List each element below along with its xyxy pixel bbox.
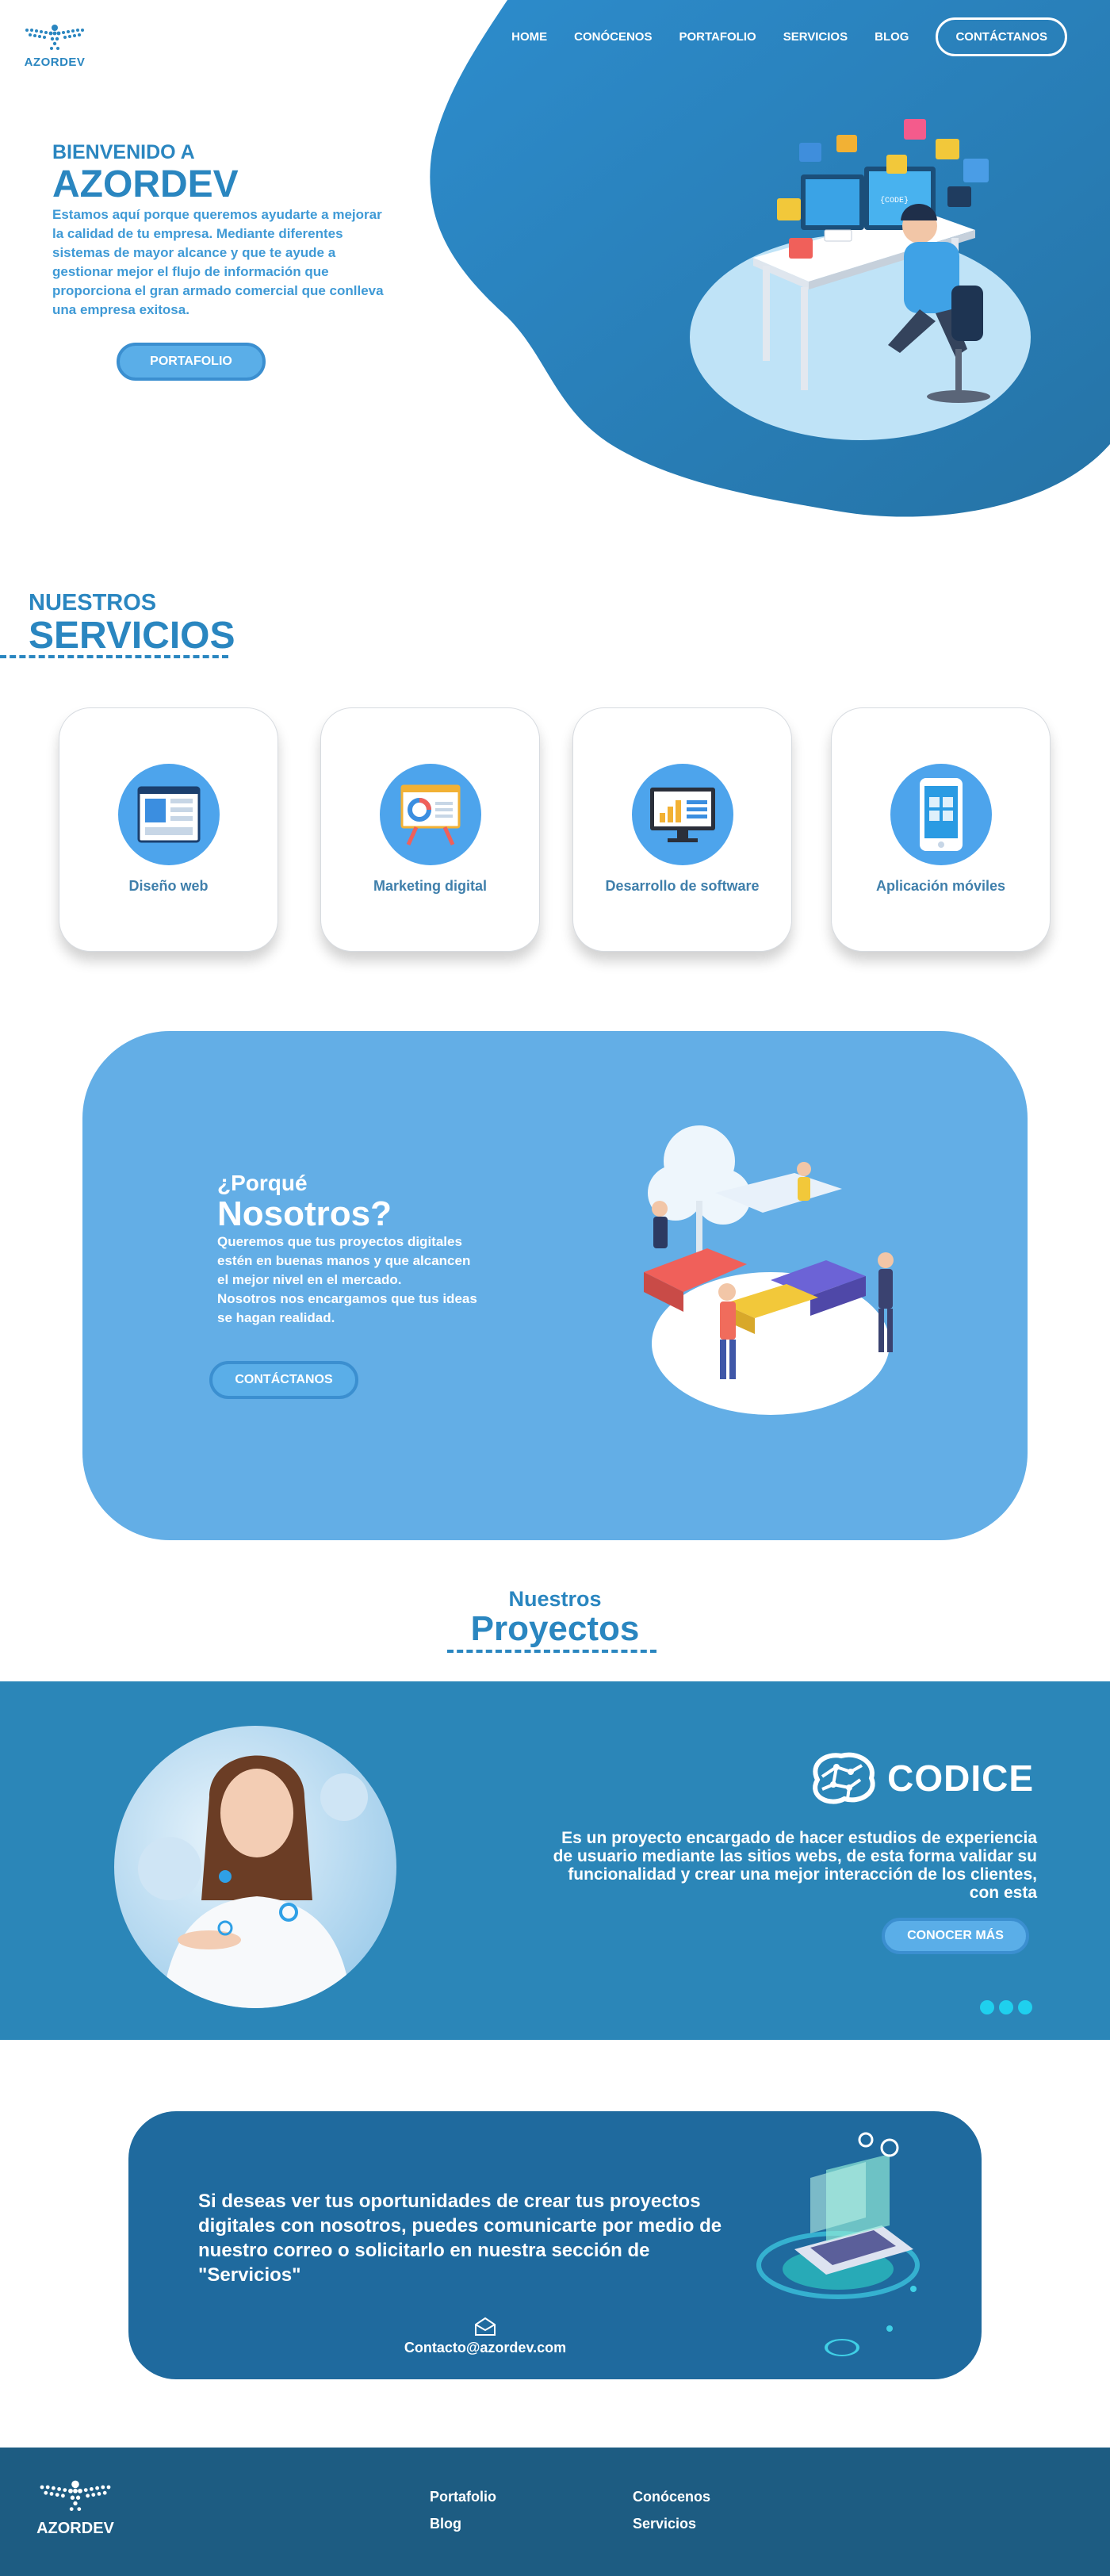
why-us-section: ¿Porqué Nosotros? Queremos que tus proye…	[82, 1031, 1028, 1540]
service-card-digital-marketing[interactable]: Marketing digital	[320, 707, 540, 952]
carousel-dot-1[interactable]	[980, 2000, 994, 2014]
service-label: Marketing digital	[373, 878, 487, 894]
services-dashed-underline	[0, 655, 228, 658]
brain-network-icon	[813, 1752, 875, 1804]
developer-illustration: {CODE}	[690, 119, 1031, 440]
nav-contact-button[interactable]: CONTÁCTANOS	[936, 17, 1067, 56]
learn-more-button[interactable]: CONOCER MÁS	[882, 1918, 1029, 1954]
why-title: Nosotros?	[217, 1194, 392, 1233]
why-description-2: Nosotros nos encargamos que tus ideas se…	[217, 1291, 477, 1325]
hero-description: Estamos aquí porque queremos ayudarte a …	[52, 207, 384, 317]
monitor-chart-icon	[631, 764, 733, 865]
carousel-dot-3[interactable]	[1018, 2000, 1032, 2014]
carousel-dots	[980, 2000, 1032, 2014]
hero-kicker: BIENVENIDO A	[52, 141, 195, 163]
nav-blog[interactable]: BLOG	[875, 30, 909, 44]
footer-logo[interactable]: AZORDEV	[32, 2478, 119, 2538]
why-contact-button[interactable]: CONTÁCTANOS	[209, 1361, 358, 1399]
carousel-dot-2[interactable]	[999, 2000, 1013, 2014]
why-kicker: ¿Porqué	[217, 1171, 308, 1195]
footer-link-conocenos[interactable]: Conócenos	[633, 2489, 710, 2505]
footer-link-portafolio[interactable]: Portafolio	[430, 2489, 496, 2505]
footer: AZORDEV Portafolio Blog Conócenos Servic…	[0, 2448, 1110, 2576]
services-title-big: SERVICIOS	[29, 615, 235, 657]
contact-section: Si deseas ver tus oportunidades de crear…	[128, 2111, 982, 2379]
footer-link-servicios[interactable]: Servicios	[633, 2516, 696, 2532]
nav-portafolio[interactable]: PORTAFOLIO	[679, 30, 756, 44]
mobile-app-icon	[890, 764, 992, 865]
nav-home[interactable]: HOME	[511, 30, 547, 44]
nav-conocenos[interactable]: CONÓCENOS	[574, 30, 652, 44]
brand-logo[interactable]: AZORDEV	[19, 22, 90, 69]
laptop-hologram-illustration	[756, 2132, 920, 2356]
footer-link-blog[interactable]: Blog	[430, 2516, 461, 2532]
eagle-logo-icon	[25, 25, 84, 50]
svg-text:{CODE}: {CODE}	[880, 196, 909, 205]
project-description: Es un proyecto encargado de hacer estudi…	[553, 1829, 1037, 1902]
hero-portfolio-button[interactable]: PORTAFOLIO	[117, 343, 266, 381]
codice-logo-text: CODICE	[887, 1758, 1034, 1799]
web-design-icon	[117, 764, 220, 865]
service-card-web-design[interactable]: Diseño web	[59, 707, 278, 952]
main-nav: HOME CONÓCENOS PORTAFOLIO SERVICIOS BLOG…	[511, 17, 1067, 56]
why-text-block: ¿Porqué Nosotros? Queremos que tus proye…	[217, 1171, 479, 1328]
hero-text-block: BIENVENIDO A AZORDEV Estamos aquí porque…	[52, 141, 385, 320]
services-heading: NUESTROS SERVICIOS	[29, 590, 235, 656]
hero-title: AZORDEV	[52, 163, 239, 205]
why-description-1: Queremos que tus proyectos digitales est…	[217, 1234, 471, 1287]
service-card-software-development[interactable]: Desarrollo de software	[572, 707, 792, 952]
team-illustration	[644, 1125, 894, 1415]
codice-logo: CODICE	[802, 1748, 1034, 1808]
service-label: Aplicación móviles	[875, 878, 1006, 894]
projects-carousel: CODICE Es un proyecto encargado de hacer…	[0, 1681, 1110, 2040]
contact-email: Contacto@azordev.com	[404, 2340, 567, 2356]
projects-dashed-underline	[447, 1650, 656, 1653]
service-card-mobile-apps[interactable]: Aplicación móviles	[831, 707, 1051, 952]
service-label: Desarrollo de software	[605, 878, 760, 894]
brand-name: AZORDEV	[24, 56, 86, 69]
contact-description: Si deseas ver tus oportunidades de crear…	[198, 2191, 722, 2286]
footer-brand-name: AZORDEV	[36, 2520, 114, 2537]
projects-title-big: Proyectos	[470, 1609, 640, 1648]
presentation-board-icon	[379, 764, 481, 865]
services-title-small: NUESTROS	[29, 590, 157, 615]
eagle-logo-icon	[40, 2480, 111, 2511]
envelope-icon	[475, 2317, 496, 2336]
nav-servicios[interactable]: SERVICIOS	[783, 30, 848, 44]
projects-title-small: Nuestros	[508, 1587, 602, 1611]
service-label: Diseño web	[128, 878, 209, 894]
project-photo	[114, 1726, 396, 2008]
contact-email-link[interactable]: Contacto@azordev.com	[382, 2316, 588, 2356]
projects-heading: Nuestros Proyectos	[0, 1586, 1110, 1646]
